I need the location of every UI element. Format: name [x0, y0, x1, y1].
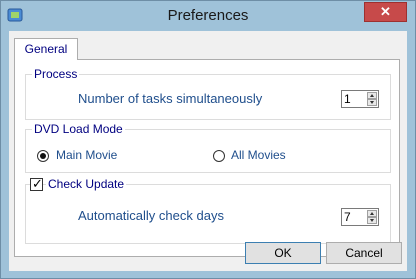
- check-update-checkbox[interactable]: ✓: [30, 176, 43, 191]
- radio-selected-dot: [40, 153, 46, 159]
- tab-general[interactable]: General: [14, 38, 78, 60]
- close-button[interactable]: ✕: [364, 2, 407, 22]
- increment-button[interactable]: [367, 92, 377, 99]
- title-bar[interactable]: Preferences ✕: [1, 1, 415, 31]
- main-movie-label: Main Movie: [56, 148, 118, 162]
- check-update-legend: Check Update: [46, 177, 127, 191]
- all-movies-radio[interactable]: [213, 150, 225, 162]
- general-tab-panel: Process Number of tasks simultaneously 1…: [14, 59, 400, 257]
- all-movies-label: All Movies: [231, 148, 286, 162]
- checkmark-icon: ✓: [32, 176, 43, 191]
- dvd-load-mode-legend: DVD Load Mode: [32, 122, 125, 136]
- preferences-window: Preferences ✕ General Process Number of …: [0, 0, 416, 279]
- auto-check-days-stepper[interactable]: 7: [341, 208, 379, 226]
- decrement-button[interactable]: [367, 99, 377, 106]
- decrement-button[interactable]: [367, 217, 377, 224]
- tasks-simultaneously-value: 1: [344, 92, 351, 106]
- arrow-up-icon: [370, 94, 374, 97]
- check-update-group: ✓ Check Update Automatically check days …: [25, 176, 391, 244]
- window-title: Preferences: [167, 7, 249, 24]
- process-group-legend: Process: [32, 67, 80, 81]
- dialog-client-area: General Process Number of tasks simultan…: [9, 31, 407, 271]
- tasks-simultaneously-label: Number of tasks simultaneously: [78, 91, 263, 106]
- process-group: Process Number of tasks simultaneously 1: [25, 67, 391, 120]
- dvd-load-mode-group: DVD Load Mode Main Movie All Movies: [25, 122, 391, 173]
- auto-check-days-value: 7: [344, 210, 351, 224]
- auto-check-days-label: Automatically check days: [78, 208, 224, 223]
- arrow-down-icon: [370, 101, 374, 104]
- arrow-up-icon: [370, 212, 374, 215]
- cancel-button[interactable]: Cancel: [326, 242, 402, 264]
- stepper-buttons: [367, 210, 377, 224]
- arrow-down-icon: [370, 219, 374, 222]
- increment-button[interactable]: [367, 210, 377, 217]
- main-movie-radio[interactable]: [37, 150, 49, 162]
- stepper-buttons: [367, 92, 377, 106]
- ok-button[interactable]: OK: [245, 242, 321, 264]
- tasks-simultaneously-stepper[interactable]: 1: [341, 90, 379, 108]
